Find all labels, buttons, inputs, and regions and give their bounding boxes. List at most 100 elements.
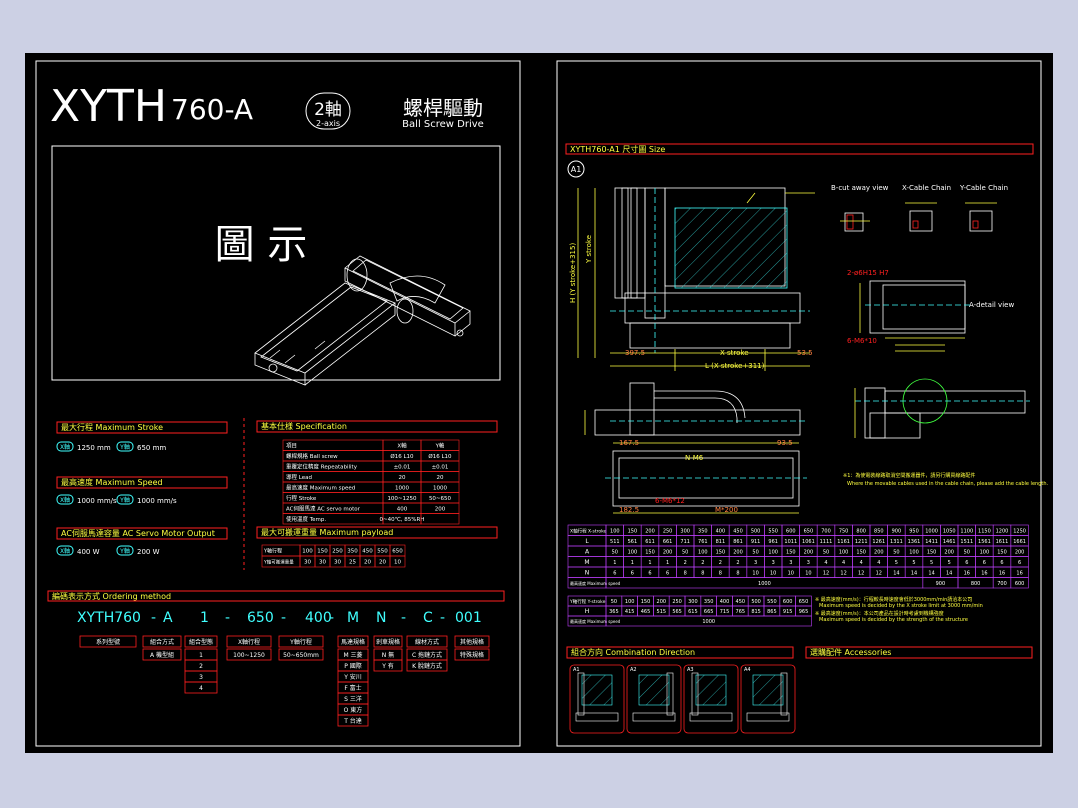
y-table-note-3: ※ 最高速度(mm/s)：本公司產品在設計時考慮到機構強度 <box>815 610 944 617</box>
max-speed-x-badge: X軸 <box>60 496 70 504</box>
x-speed-cell: 900 <box>936 581 946 587</box>
order-code-part: - <box>225 610 230 626</box>
side-view-drawing <box>584 382 805 436</box>
payload-load: 10 <box>394 560 401 566</box>
order-code-part: A <box>163 610 173 626</box>
x-table-cell: 1411 <box>925 539 938 545</box>
drive-cn: 螺桿驅動 <box>403 96 483 120</box>
x-table-cell: 12 <box>858 571 864 577</box>
order-combo-type: 1 <box>199 652 203 659</box>
dim-l-stroke: L (X stroke+311) <box>705 362 765 370</box>
x-table-cell: 961 <box>768 539 778 545</box>
x-table-cell: 1361 <box>908 539 921 545</box>
dim-93-5: 93.5 <box>777 439 793 447</box>
x-table-cell: 150 <box>927 550 937 556</box>
x-table-cell: 1150 <box>978 529 991 535</box>
dim-53-5: 53.5 <box>797 349 813 357</box>
x-table-cell: 400 <box>716 529 726 535</box>
y-table-cell: 500 <box>751 599 761 605</box>
max-speed-y-value: 1000 mm/s <box>137 497 177 505</box>
order-label: 組合型態 <box>189 638 213 646</box>
x-table-cell: 14 <box>911 571 917 577</box>
max-stroke-section: 最大行程 Maximum Stroke X軸 1250 mm Y軸 650 mm <box>56 421 228 452</box>
combination-work-area <box>752 674 784 706</box>
spec-cell: ±0.01 <box>432 465 449 471</box>
adetail-label: A-detail view <box>969 301 1014 309</box>
max-stroke-x-badge: X軸 <box>60 443 70 451</box>
x-speed-cell: 800 <box>971 581 981 587</box>
spec-cell: 100~1250 <box>387 496 417 502</box>
combination-x-axis <box>746 712 790 722</box>
x-table-cell: 16 <box>999 571 1005 577</box>
order-label: 線材方式 <box>415 638 439 646</box>
x-speed-cell: 600 <box>1015 581 1025 587</box>
order-motor: M 三菱 <box>343 651 362 659</box>
size-note-1: ※1：為使電裝線路取消空間搬運器件，請另行購買線路配件 <box>843 472 975 479</box>
spec-cell-border <box>420 513 460 525</box>
x-table-cell: 100 <box>768 550 778 556</box>
x-table-cell: 4 <box>877 560 880 566</box>
x-table-cell: 1661 <box>1013 539 1026 545</box>
x-table-cell: 5 <box>948 560 951 566</box>
order-code-part: - <box>281 610 286 626</box>
x-table-cell: 1100 <box>960 529 973 535</box>
dim-y-stroke: Y stroke <box>585 235 593 264</box>
combination-x-axis <box>575 712 619 722</box>
x-table-cell: 1311 <box>890 539 903 545</box>
y-table-cell: 550 <box>767 599 777 605</box>
motor-output-x-value: 400 W <box>77 548 100 556</box>
x-table-cell: 3 <box>754 560 757 566</box>
order-x-stroke: 100~1250 <box>233 652 265 659</box>
y-table-cell: 200 <box>657 599 667 605</box>
x-table-cell: 50 <box>752 550 758 556</box>
x-table-cell: 900 <box>892 529 902 535</box>
x-table-cell: 150 <box>628 529 638 535</box>
order-code-part: 001 <box>455 610 482 626</box>
y-table-cell: 650 <box>799 599 809 605</box>
x-table-cell: 911 <box>751 539 761 545</box>
size-marker: A1 <box>571 165 582 174</box>
order-cable: C 拖鏈方式 <box>412 651 442 659</box>
x-table-cell: 8 <box>684 571 687 577</box>
x-table-cell: 10 <box>770 571 776 577</box>
drive-en: Ball Screw Drive <box>402 119 484 130</box>
spec-cell: Ø16 L10 <box>390 453 414 460</box>
combination-item-label: A2 <box>630 667 637 673</box>
x-table-cell: 6 <box>666 571 669 577</box>
x-speed-cell: 700 <box>997 581 1007 587</box>
x-speed-cell: 1000 <box>758 581 771 587</box>
y-table-cell: 465 <box>641 609 651 615</box>
payload-table: Y軸行程 Y軸可搬運重量 100 30 150 30 250 30 350 25 450 20 550 2… <box>261 544 406 568</box>
spec-cell: AC伺服馬達 AC servo motor <box>286 505 361 513</box>
x-table-cell: 200 <box>733 550 743 556</box>
x-table-cell: 6 <box>983 560 986 566</box>
x-table-cell: 100 <box>610 529 620 535</box>
y-table-cell: 250 <box>672 599 682 605</box>
x-table-cell: 100 <box>909 550 919 556</box>
dim-397-5: 397.5 <box>625 349 645 357</box>
max-stroke-x-value: 1250 mm <box>77 444 111 452</box>
axes-badge-sub: 2-axis <box>316 119 340 128</box>
dim-6-m6x10: 6-M6*10 <box>847 337 877 345</box>
combination-work-area <box>581 674 613 706</box>
x-table-cell: 1111 <box>820 539 833 545</box>
payload-row-label-2: Y軸可搬運重量 <box>263 559 294 566</box>
order-label: Y軸行程 <box>289 638 312 646</box>
y-table-note-1: ※ 最高速度(mm/s)：行程較長時速度會低於3000mm/min請洽本公司 <box>815 596 972 603</box>
x-table-cell: 3 <box>789 560 792 566</box>
y-table-cell: 715 <box>720 609 730 615</box>
order-code-part: N <box>376 610 386 626</box>
spec-cell: 螺桿規格 Ball screw <box>286 452 338 460</box>
order-option-boxes: 系列型號 組合方式 組合型態 X軸行程 Y軸行程 馬達規格 剎車規格 線材方式 其他規格 A 機型… <box>79 635 490 727</box>
model-suffix: 760-A <box>171 93 253 126</box>
order-y-stroke: 50~650mm <box>283 652 319 659</box>
order-combo-type: 3 <box>199 674 203 681</box>
y-table-cell: 865 <box>767 609 777 615</box>
payload-title: 最大可搬運重量 Maximum payload <box>261 527 393 537</box>
x-table-cell: 200 <box>663 550 673 556</box>
x-table-cell: 711 <box>680 539 690 545</box>
x-table-cell: 150 <box>716 550 726 556</box>
motor-output-title: AC伺服馬達容量 AC Servo Motor Output <box>61 528 215 538</box>
y-table-cell: 665 <box>704 609 714 615</box>
ordering-section: 編碼表示方式 Ordering method XYTH760- A 1-650-40… <box>47 590 505 727</box>
